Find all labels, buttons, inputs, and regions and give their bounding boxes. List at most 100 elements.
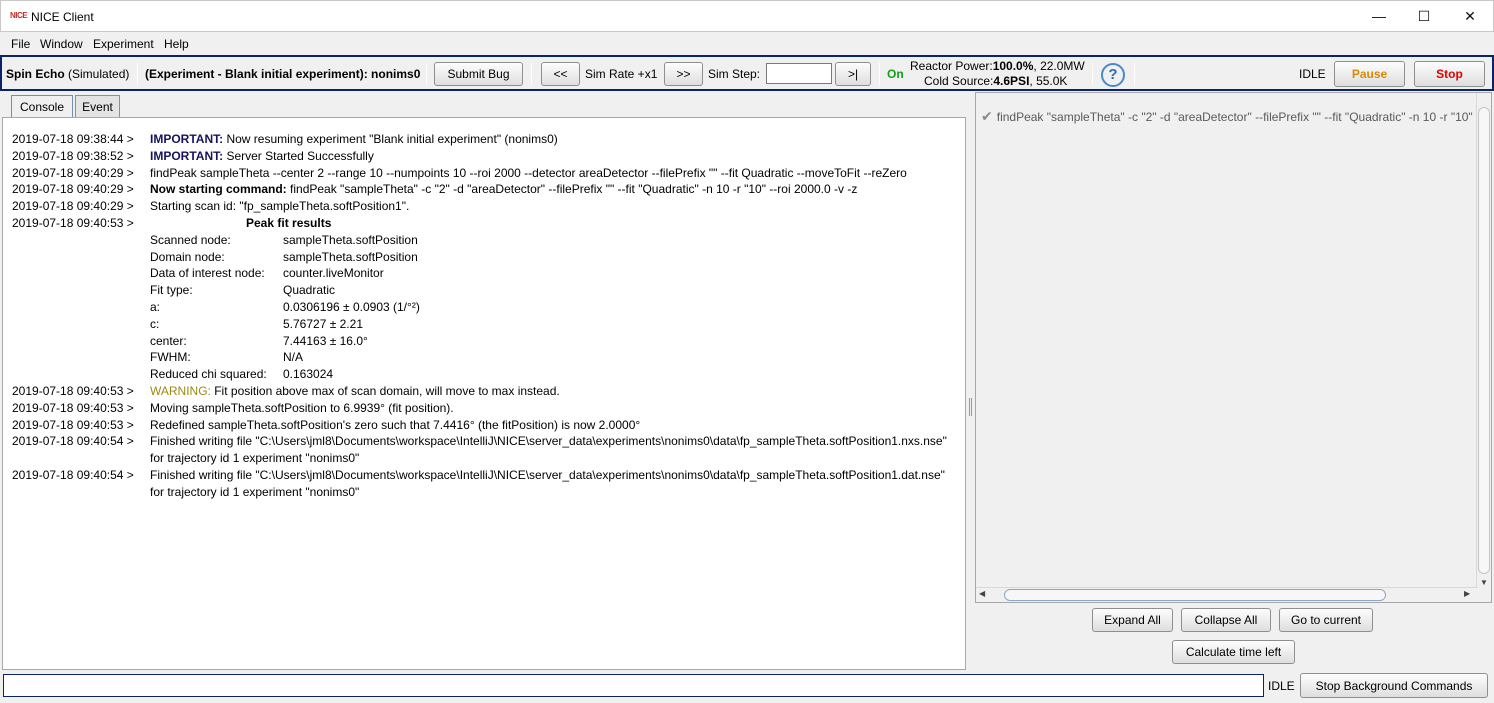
fit-row: a: 0.0306196 ± 0.0903 (1/°²) [150, 299, 959, 316]
fit-key: c: [150, 316, 160, 331]
stop-button[interactable]: Stop [1414, 61, 1485, 87]
log-text: Finished writing file "C:\Users\jml8\Doc… [150, 434, 947, 466]
expand-all-button[interactable]: Expand All [1092, 608, 1173, 632]
log-prefix: Now starting command: [150, 182, 287, 197]
sim-step-input[interactable] [766, 63, 832, 84]
separator [879, 63, 880, 85]
vertical-scroll-thumb[interactable] [1478, 107, 1490, 574]
log-text: Redefined sampleTheta.softPosition's zer… [150, 417, 641, 432]
log-text: Server Started Successfully [223, 148, 374, 163]
queue-item[interactable]: ✔ findPeak "sampleTheta" -c "2" -d "areaD… [981, 108, 1476, 125]
log-prefix: WARNING: [150, 383, 211, 398]
console-panel[interactable]: 2019-07-18 09:38:44 > IMPORTANT: Now resu… [2, 117, 966, 670]
cold-source-label: Cold Source: [924, 74, 994, 88]
fit-key: Scanned node: [150, 232, 231, 247]
log-message: findPeak sampleTheta --center 2 --range … [150, 165, 959, 182]
stop-background-commands-button[interactable]: Stop Background Commands [1300, 673, 1488, 698]
horizontal-scroll-thumb[interactable] [1004, 589, 1386, 601]
log-text: Now resuming experiment "Blank initial e… [223, 132, 558, 146]
scroll-left-arrow-icon[interactable]: ◀ [979, 589, 985, 598]
menu-window[interactable]: Window [40, 37, 83, 51]
log-timestamp: 2019-07-18 09:38:52 > [12, 148, 134, 163]
tab-event[interactable]: Event [75, 95, 120, 118]
separator [1092, 63, 1093, 85]
tab-console[interactable]: Console [11, 95, 73, 118]
close-button[interactable]: ✕ [1447, 1, 1493, 32]
fit-value: 7.44163 ± 16.0° [283, 333, 368, 348]
log-message: Starting scan id: "fp_sampleTheta.softPo… [150, 198, 959, 215]
collapse-all-button[interactable]: Collapse All [1181, 608, 1271, 632]
log-timestamp: 2019-07-18 09:38:44 > [12, 132, 134, 146]
menu-bar: File Window Experiment Help [0, 32, 1494, 54]
separator [137, 63, 138, 85]
fit-value: 0.0306196 ± 0.0903 (1/°²) [283, 299, 420, 314]
log-timestamp: 2019-07-18 09:40:53 > [12, 215, 134, 230]
scroll-down-arrow-icon[interactable]: ▼ [1480, 578, 1488, 587]
log-entry: 2019-07-18 09:40:53 > Moving sampleTheta.… [12, 400, 959, 417]
fit-key: Domain node: [150, 249, 225, 264]
sim-step-label: Sim Step: [708, 67, 761, 81]
rewind-button[interactable]: << [541, 62, 580, 86]
go-to-current-button[interactable]: Go to current [1279, 608, 1373, 632]
app-logo-icon: NICE [10, 11, 28, 20]
log-text: Finished writing file "C:\Users\jml8\Doc… [150, 467, 945, 499]
log-timestamp: 2019-07-18 09:40:29 > [12, 165, 134, 180]
menu-help[interactable]: Help [164, 37, 189, 51]
submit-bug-button[interactable]: Submit Bug [434, 62, 523, 86]
log-message: IMPORTANT: Now resuming experiment "Blan… [150, 131, 959, 148]
fit-row: Domain node: sampleTheta.softPosition [150, 249, 959, 266]
splitter[interactable] [966, 91, 974, 670]
reactor-power-mw: , 22.0MW [1033, 59, 1085, 73]
title-bar: NICE NICE Client — ☐ ✕ [0, 0, 1494, 32]
log-timestamp: 2019-07-18 09:40:29 > [12, 182, 134, 197]
status-idle: IDLE [1268, 679, 1295, 693]
log-entry: 2019-07-18 09:40:29 > Starting scan id: "… [12, 198, 959, 215]
log-timestamp: 2019-07-18 09:40:29 > [12, 199, 134, 214]
fit-row: Data of interest node: counter.liveMonito… [150, 265, 959, 282]
menu-experiment[interactable]: Experiment [93, 37, 154, 51]
toolbar-status: IDLE [1299, 67, 1326, 81]
toolbar: Spin Echo (Simulated) (Experiment - Blan… [0, 55, 1494, 91]
vertical-scrollbar[interactable]: ▼ [1476, 93, 1491, 588]
fit-value: 5.76727 ± 2.21 [283, 316, 363, 331]
step-end-button[interactable]: >| [835, 62, 871, 86]
peak-fit-title: Peak fit results [246, 215, 332, 230]
fit-value: sampleTheta.softPosition [283, 232, 418, 247]
maximize-button[interactable]: ☐ [1401, 1, 1447, 32]
cold-source: Cold Source:4.6PSI, 55.0K [924, 74, 1067, 88]
checkmark-icon: ✔ [981, 108, 993, 124]
help-icon[interactable]: ? [1101, 63, 1125, 87]
instrument-name: Spin Echo [6, 67, 65, 81]
reactor-power: Reactor Power:100.0%, 22.0MW [910, 59, 1085, 73]
log-entry: 2019-07-18 09:40:53 > Redefined sampleThe… [12, 417, 959, 434]
fit-row: FWHM: N/A [150, 349, 959, 366]
separator [1134, 63, 1135, 85]
fit-row: center: 7.44163 ± 16.0° [150, 333, 959, 350]
log-text: Moving sampleTheta.softPosition to 6.993… [150, 400, 454, 415]
pause-button[interactable]: Pause [1334, 61, 1405, 87]
command-input[interactable] [3, 674, 1264, 697]
log-text: findPeak "sampleTheta" -c "2" -d "areaDe… [286, 182, 858, 197]
fit-key: a: [150, 299, 161, 314]
log-prefix: IMPORTANT: [150, 132, 224, 146]
minimize-button[interactable]: — [1356, 1, 1402, 32]
scroll-right-arrow-icon[interactable]: ▶ [1464, 589, 1470, 598]
log-message: IMPORTANT: Server Started Successfully [150, 148, 959, 165]
reactor-power-value: 100.0% [992, 59, 1034, 73]
cold-source-temp: , 55.0K [1029, 74, 1068, 88]
log-timestamp: 2019-07-18 09:40:54 > [12, 467, 134, 482]
calculate-time-left-button[interactable]: Calculate time left [1172, 640, 1295, 664]
fit-row: c: 5.76727 ± 2.21 [150, 316, 959, 333]
log-text: Fit position above max of scan domain, w… [210, 383, 560, 398]
splitter-grip[interactable] [969, 398, 972, 416]
fast-forward-button[interactable]: >> [664, 62, 703, 86]
menu-file[interactable]: File [11, 37, 30, 51]
tab-event-label: Event [82, 100, 113, 114]
separator [426, 63, 427, 85]
log-entry: 2019-07-18 09:40:54 > Finished writing fi… [12, 467, 959, 501]
log-timestamp: 2019-07-18 09:40:53 > [12, 417, 134, 432]
horizontal-scrollbar[interactable]: ◀ ▶ [976, 587, 1478, 602]
instrument-label: Spin Echo (Simulated) [6, 67, 129, 81]
console-log: 2019-07-18 09:38:44 > IMPORTANT: Now resu… [12, 131, 959, 501]
log-timestamp: 2019-07-18 09:40:54 > [12, 434, 134, 449]
